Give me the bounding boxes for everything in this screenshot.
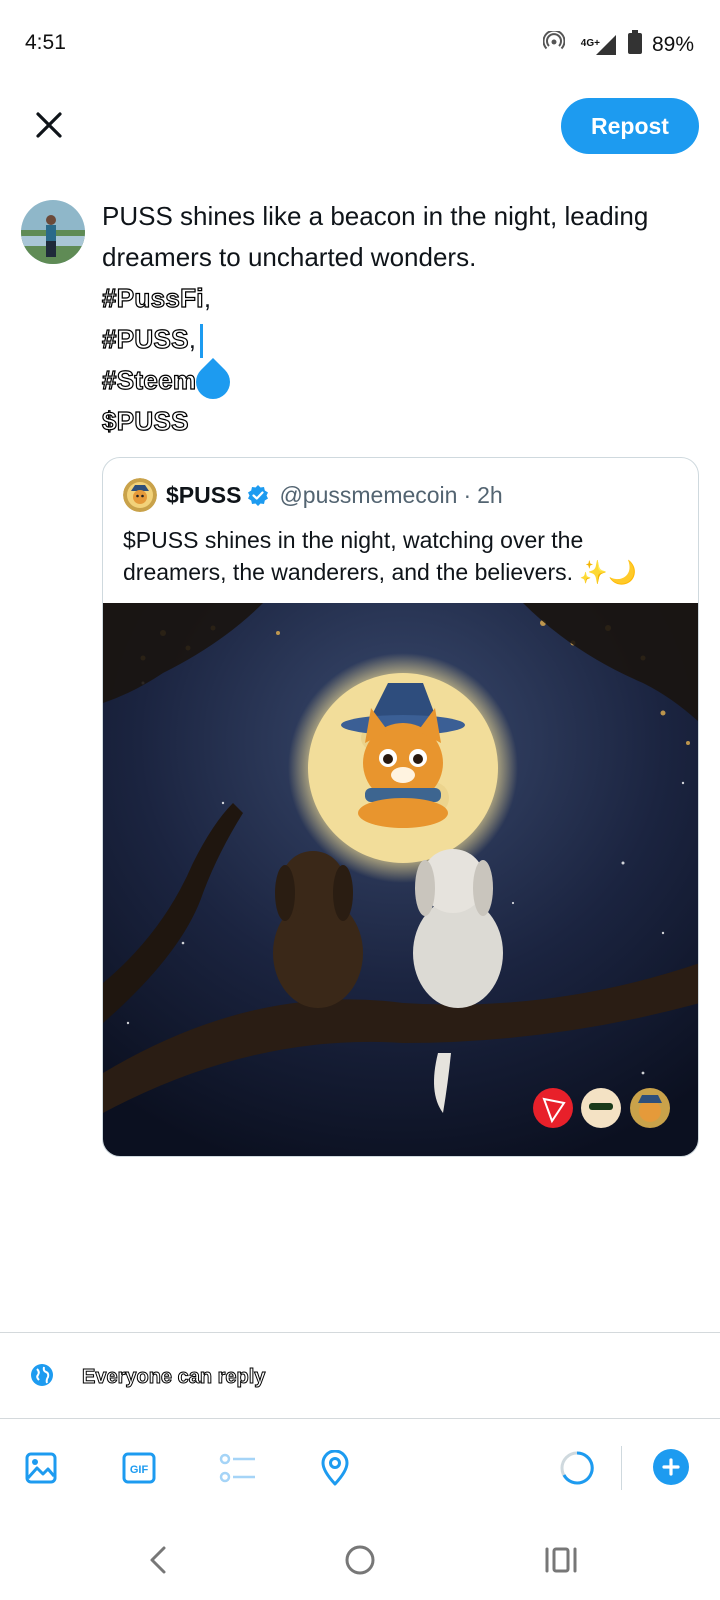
hashtag-pussfi[interactable]: #PussFi xyxy=(101,282,204,313)
verified-icon xyxy=(247,484,269,506)
hashtag-steem[interactable]: #Steem xyxy=(101,364,196,395)
add-location-button[interactable] xyxy=(313,1446,357,1490)
gif-icon: GIF xyxy=(122,1452,156,1484)
compose-text: PUSS shines like a beacon in the night, … xyxy=(102,201,649,272)
status-icons: 4G+ 89% xyxy=(542,29,694,60)
quoted-tweet-card[interactable]: $PUSS @pussmemecoin · 2h $PUSS shines in… xyxy=(102,457,699,1157)
add-image-button[interactable] xyxy=(19,1446,63,1490)
battery-icon xyxy=(627,30,642,60)
quoted-tweet-text: $PUSS shines in the night, watching over… xyxy=(123,527,637,585)
text-cursor xyxy=(200,324,203,359)
nav-home-button[interactable] xyxy=(340,1540,380,1580)
compose-text-area[interactable]: PUSS shines like a beacon in the night, … xyxy=(101,196,702,442)
comma: , xyxy=(203,283,212,313)
add-gif-button[interactable]: GIF xyxy=(117,1446,161,1490)
quoted-tweet-header: $PUSS @pussmemecoin · 2h xyxy=(123,478,503,512)
location-icon xyxy=(321,1450,349,1486)
toolbar-divider xyxy=(621,1446,622,1490)
quoted-author-name: $PUSS xyxy=(166,481,242,508)
globe-icon xyxy=(30,1363,54,1392)
quoted-timestamp: 2h xyxy=(477,481,503,508)
image-icon xyxy=(25,1452,57,1484)
cashtag-puss[interactable]: $PUSS xyxy=(101,405,189,436)
network-label: 4G+ xyxy=(580,38,600,49)
comma: , xyxy=(188,324,196,354)
quoted-tweet-image[interactable] xyxy=(103,603,698,1156)
separator-dot: · xyxy=(463,481,472,508)
avatar[interactable] xyxy=(21,200,85,264)
reply-settings-button[interactable]: Everyone can reply xyxy=(30,1362,266,1392)
quoted-author-handle: @pussmemecoin xyxy=(279,481,458,508)
nav-back-button[interactable] xyxy=(138,1540,178,1580)
plus-icon xyxy=(662,1458,680,1476)
progress-ring-icon xyxy=(560,1451,594,1485)
system-nav-bar xyxy=(0,1530,720,1590)
repost-button[interactable]: Repost xyxy=(561,98,699,154)
add-poll-button[interactable] xyxy=(216,1446,260,1490)
close-icon xyxy=(36,112,62,138)
add-thread-button[interactable] xyxy=(653,1449,689,1485)
status-time: 4:51 xyxy=(25,31,66,54)
reply-settings-label: Everyone can reply xyxy=(81,1365,266,1388)
recents-icon xyxy=(545,1547,577,1573)
hotspot-icon xyxy=(542,29,566,59)
signal-icon: 4G+ xyxy=(575,33,618,57)
compose-toolbar: GIF xyxy=(0,1446,720,1490)
hashtag-puss[interactable]: #PUSS xyxy=(101,323,189,354)
home-icon xyxy=(345,1545,375,1575)
divider xyxy=(0,1418,720,1419)
close-button[interactable] xyxy=(30,106,68,144)
quoted-avatar xyxy=(123,478,157,512)
divider xyxy=(0,1332,720,1333)
poll-icon xyxy=(219,1453,255,1483)
nav-recents-button[interactable] xyxy=(541,1540,581,1580)
battery-level: 89% xyxy=(651,33,694,56)
gif-label: GIF xyxy=(130,1464,149,1476)
back-icon xyxy=(150,1546,166,1574)
character-count-ring xyxy=(555,1446,599,1490)
status-bar: 4:51 4G+ 89% xyxy=(0,0,720,84)
